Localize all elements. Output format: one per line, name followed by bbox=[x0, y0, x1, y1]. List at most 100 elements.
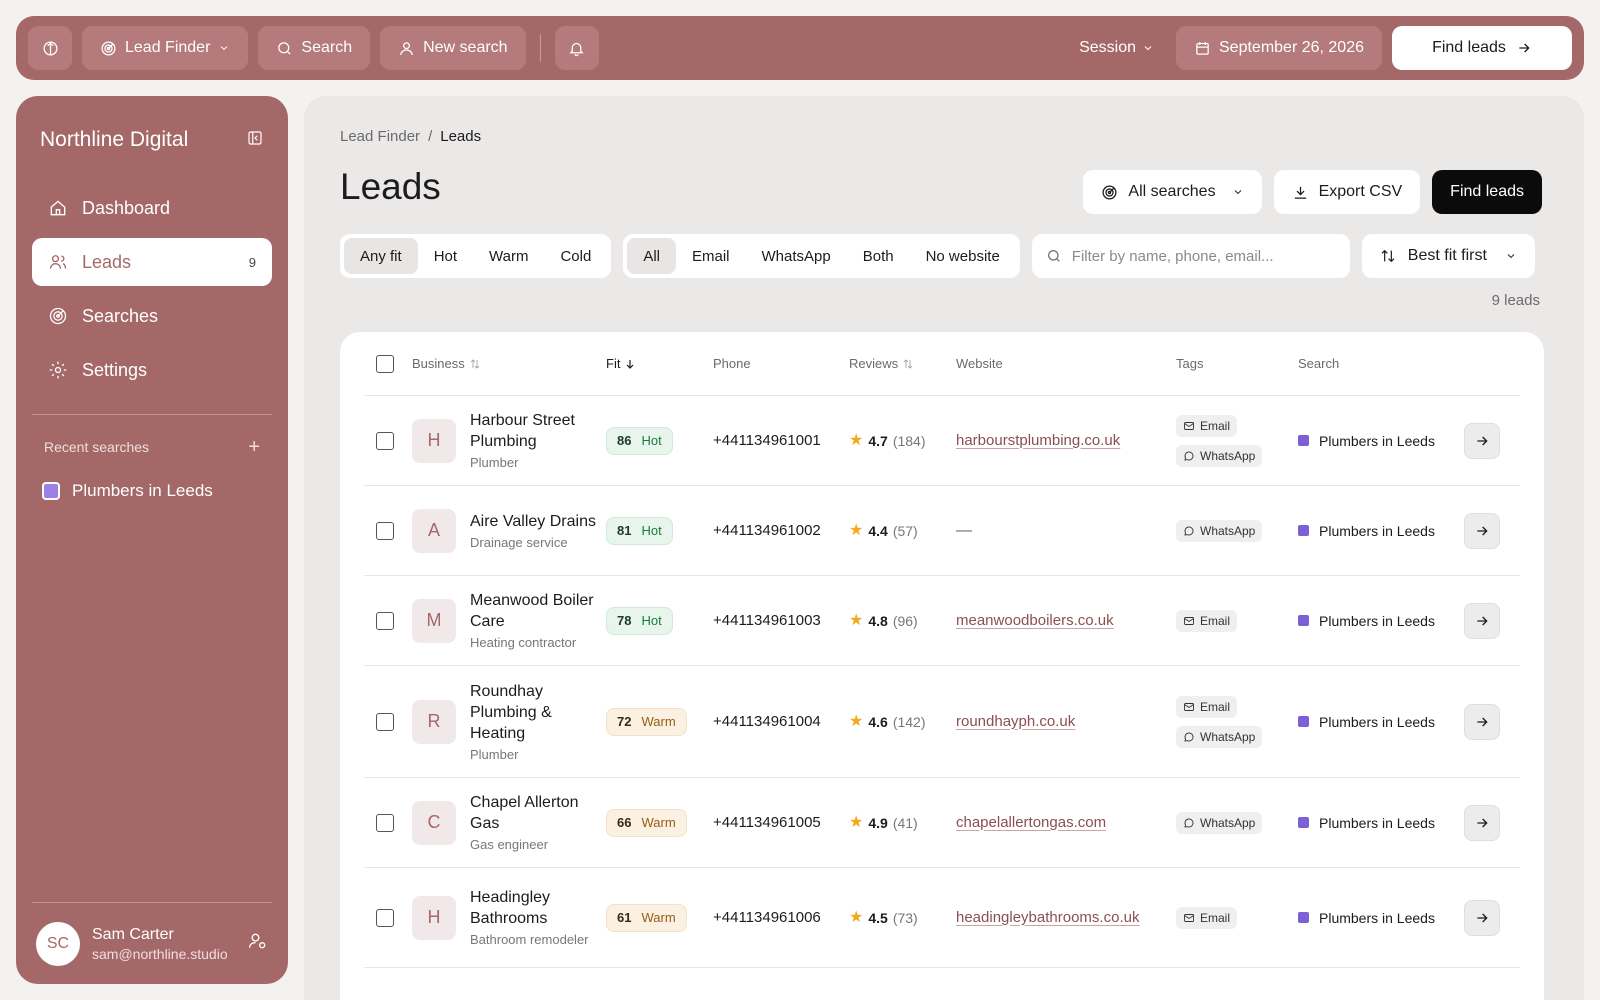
website-link[interactable]: headingleybathrooms.co.uk bbox=[956, 909, 1139, 926]
channel-filter-both[interactable]: Both bbox=[847, 238, 910, 274]
star-icon: ★ bbox=[849, 612, 864, 629]
phone-number: +441134961001 bbox=[713, 432, 821, 449]
leads-count-badge: 9 bbox=[248, 254, 256, 270]
fit-badge: 86 Hot bbox=[606, 426, 673, 455]
fit-filter-any[interactable]: Any fit bbox=[344, 238, 418, 274]
divider bbox=[539, 34, 541, 62]
date-picker[interactable]: September 26, 2026 bbox=[1176, 26, 1382, 70]
search-color-swatch bbox=[1298, 716, 1309, 727]
fit-filter-cold[interactable]: Cold bbox=[544, 238, 607, 274]
filter-field bbox=[1031, 234, 1350, 278]
search-color-swatch bbox=[1298, 615, 1309, 626]
search-source-label: Plumbers in Leeds bbox=[1319, 909, 1435, 926]
fit-badge: 66 Warm bbox=[606, 808, 687, 837]
search-color-swatch bbox=[1298, 525, 1309, 536]
row-checkbox[interactable] bbox=[376, 431, 394, 450]
radar-icon bbox=[101, 40, 116, 56]
notifications-button[interactable] bbox=[554, 26, 599, 70]
row-checkbox[interactable] bbox=[376, 712, 394, 731]
filter-input[interactable] bbox=[1071, 247, 1322, 265]
export-csv-button[interactable]: Export CSV bbox=[1273, 170, 1421, 214]
sidebar-item-label: Leads bbox=[82, 251, 132, 272]
radar-icon bbox=[49, 307, 67, 325]
find-leads-primary-button[interactable]: Find leads bbox=[1432, 170, 1542, 214]
search-button[interactable]: Search bbox=[258, 26, 371, 70]
sidebar-item-dashboard[interactable]: Dashboard bbox=[32, 184, 272, 232]
breadcrumb-separator: / bbox=[428, 128, 433, 145]
collapse-sidebar-button[interactable] bbox=[246, 129, 264, 152]
row-checkbox[interactable] bbox=[376, 813, 394, 832]
business-avatar: C bbox=[412, 800, 456, 845]
app-menu-button[interactable]: Lead Finder bbox=[82, 26, 249, 70]
all-searches-dropdown[interactable]: All searches bbox=[1083, 170, 1262, 214]
search-source-label: Plumbers in Leeds bbox=[1319, 432, 1435, 449]
website-link[interactable]: roundhayph.co.uk bbox=[956, 713, 1075, 730]
column-header-business[interactable]: Business bbox=[412, 356, 481, 371]
switch-account-button[interactable] bbox=[248, 931, 268, 956]
channel-filter-no-website[interactable]: No website bbox=[910, 238, 1016, 274]
user-settings-icon bbox=[249, 933, 266, 949]
business-category: Plumber bbox=[470, 746, 519, 762]
search-icon bbox=[278, 41, 292, 55]
website-link[interactable]: chapelallertongas.com bbox=[956, 814, 1106, 831]
fit-score: 78 bbox=[617, 613, 632, 628]
open-lead-button[interactable] bbox=[1464, 422, 1500, 459]
sidebar-nav: Dashboard Leads 9 Searches Settings bbox=[32, 184, 272, 394]
logo-button[interactable] bbox=[28, 26, 72, 70]
table-row[interactable]: M Meanwood Boiler Care Heating contractor 7… bbox=[364, 576, 1520, 666]
column-header-fit[interactable]: Fit bbox=[606, 356, 636, 371]
row-checkbox[interactable] bbox=[376, 908, 394, 927]
app-menu-label: Lead Finder bbox=[125, 39, 211, 56]
channel-filter-all[interactable]: All bbox=[627, 238, 676, 274]
business-avatar: H bbox=[412, 895, 456, 940]
website-link[interactable]: harbourstplumbing.co.uk bbox=[956, 432, 1120, 449]
main-content: Lead Finder / Leads Leads All searches E… bbox=[304, 96, 1584, 1000]
column-header-reviews[interactable]: Reviews bbox=[849, 356, 914, 371]
table-row[interactable]: H Headingley Bathrooms Bathroom remodeler 6… bbox=[364, 868, 1520, 968]
avatar[interactable]: SC bbox=[36, 921, 80, 966]
sidebar-item-leads[interactable]: Leads 9 bbox=[32, 238, 272, 286]
sidebar-item-label: Searches bbox=[82, 305, 159, 326]
channel-filter-email[interactable]: Email bbox=[676, 238, 746, 274]
find-leads-button[interactable]: Find leads bbox=[1392, 26, 1572, 70]
table-row[interactable]: C Chapel Allerton Gas Gas engineer 66 Warm +4… bbox=[364, 778, 1520, 868]
top-bar: Lead Finder Search New search Session Se… bbox=[16, 16, 1584, 80]
fit-badge: 61 Warm bbox=[606, 903, 687, 932]
session-dropdown[interactable]: Session bbox=[1079, 39, 1154, 57]
fit-filter-warm[interactable]: Warm bbox=[473, 238, 544, 274]
sidebar-item-settings[interactable]: Settings bbox=[32, 346, 272, 394]
row-checkbox[interactable] bbox=[376, 521, 394, 540]
new-search-button[interactable]: New search bbox=[380, 26, 526, 70]
tag-email: Email bbox=[1176, 609, 1238, 632]
website-link[interactable]: meanwoodboilers.co.uk bbox=[956, 612, 1114, 629]
fit-filter-hot[interactable]: Hot bbox=[418, 238, 473, 274]
open-lead-button[interactable] bbox=[1464, 512, 1500, 549]
open-lead-button[interactable] bbox=[1464, 804, 1500, 841]
fit-label: Hot bbox=[641, 613, 662, 628]
search-source-label: Plumbers in Leeds bbox=[1319, 612, 1435, 629]
arrow-right-icon bbox=[1477, 913, 1488, 922]
breadcrumb-parent[interactable]: Lead Finder bbox=[340, 128, 420, 145]
recent-search-item[interactable]: Plumbers in Leeds bbox=[32, 475, 272, 507]
sidebar-item-searches[interactable]: Searches bbox=[32, 292, 272, 340]
table-row[interactable]: R Roundhay Plumbing & Heating Plumber 72 War… bbox=[364, 666, 1520, 778]
table-header: Business Fit Phone Reviews Website Tags … bbox=[364, 332, 1520, 396]
open-lead-button[interactable] bbox=[1464, 602, 1500, 639]
open-lead-button[interactable] bbox=[1464, 703, 1500, 740]
table-row[interactable]: H Harbour Street Plumbing Plumber 86 Hot +441… bbox=[364, 396, 1520, 486]
business-avatar: H bbox=[412, 418, 456, 463]
reviews: ★ 4.8 (96) bbox=[849, 612, 918, 630]
row-checkbox[interactable] bbox=[376, 611, 394, 630]
arrow-right-icon bbox=[1477, 526, 1488, 535]
phone-number: +441134961004 bbox=[713, 713, 821, 730]
table-row[interactable]: A Aire Valley Drains Drainage service 81 Hot… bbox=[364, 486, 1520, 576]
phone-number: +441134961003 bbox=[713, 612, 821, 629]
chevron-down-icon bbox=[1507, 254, 1515, 259]
select-all-checkbox[interactable] bbox=[376, 354, 394, 373]
channel-filter-whatsapp[interactable]: WhatsApp bbox=[746, 238, 847, 274]
recent-searches-heading: Recent searches bbox=[44, 439, 150, 455]
add-search-button[interactable]: + bbox=[248, 436, 260, 459]
export-csv-label: Export CSV bbox=[1318, 183, 1403, 200]
sort-dropdown[interactable]: Best fit first bbox=[1361, 234, 1535, 278]
open-lead-button[interactable] bbox=[1464, 899, 1500, 936]
